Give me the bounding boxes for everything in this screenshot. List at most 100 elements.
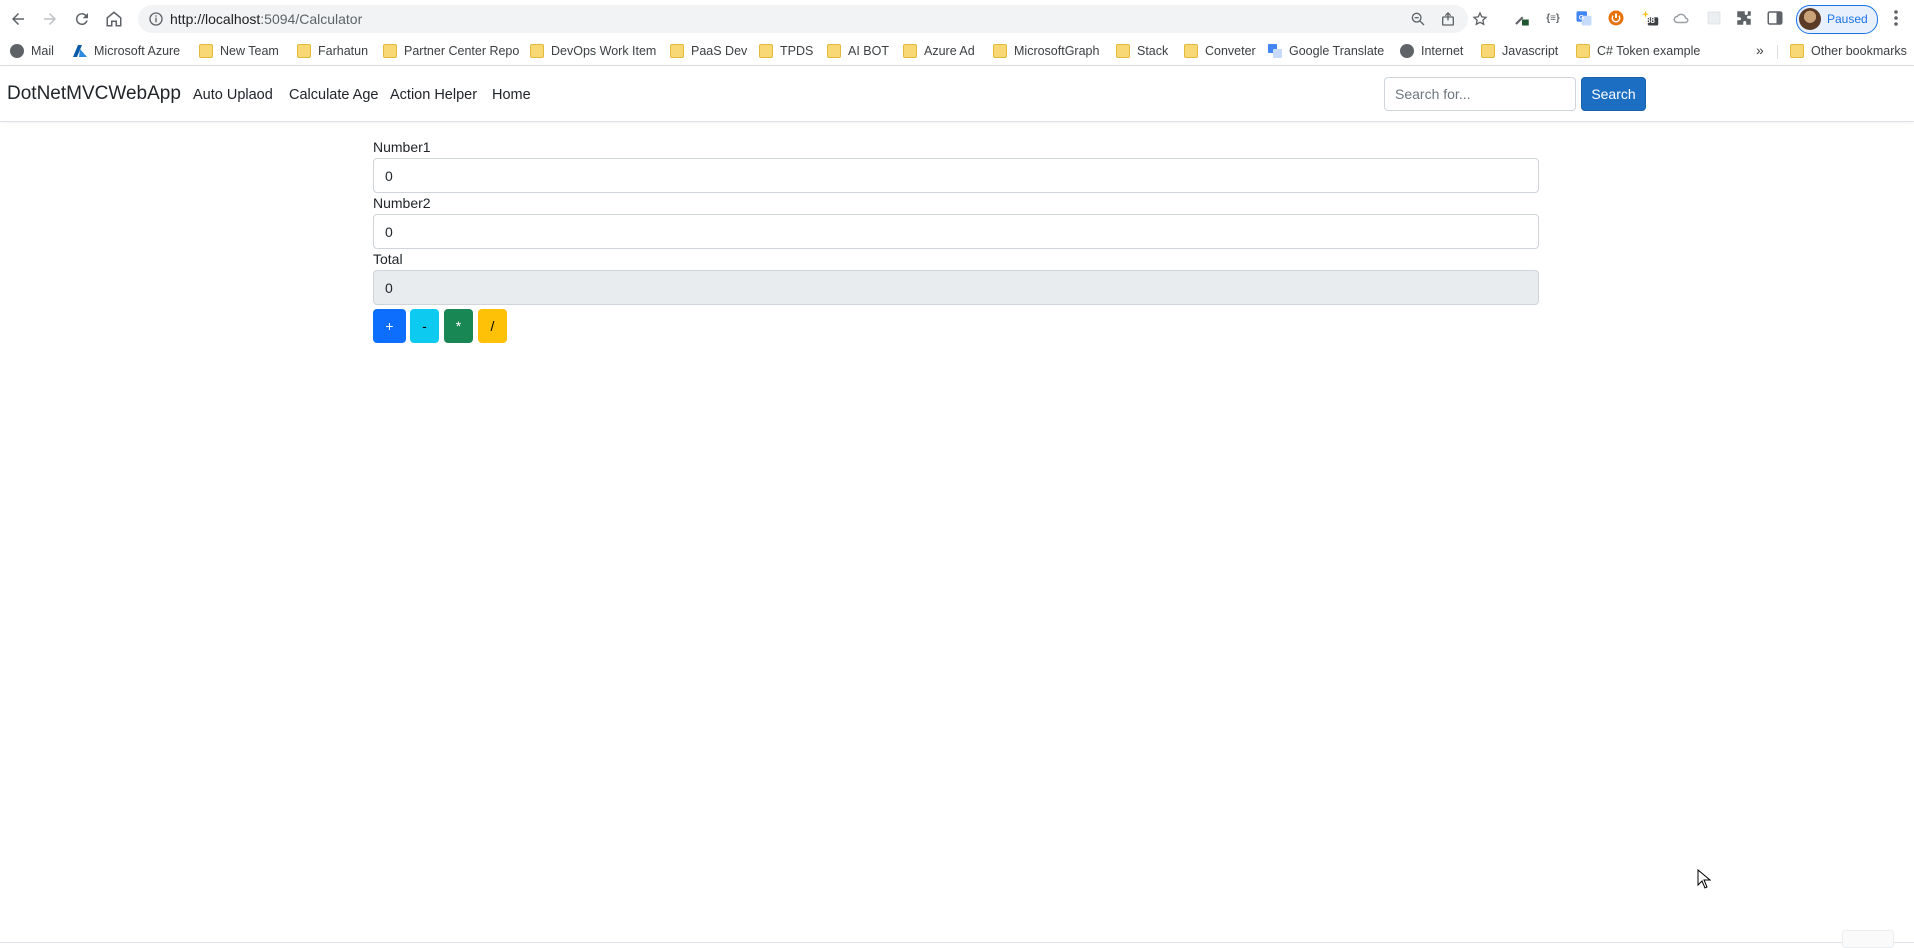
- folder-icon: [297, 44, 311, 58]
- kebab-menu-icon[interactable]: [1888, 8, 1904, 28]
- address-url: http://localhost:5094/Calculator: [170, 11, 362, 27]
- bookmark-ai-bot[interactable]: AI BOT: [827, 43, 889, 59]
- folder-icon: [993, 44, 1007, 58]
- json-extension-icon[interactable]: {≡}: [1544, 9, 1562, 27]
- eyedropper-extension-icon[interactable]: [1513, 9, 1531, 27]
- back-button[interactable]: [4, 5, 32, 33]
- bookmark-paas-dev[interactable]: PaaS Dev: [670, 43, 747, 59]
- bookmark-label: Internet: [1421, 44, 1464, 58]
- number2-label: Number2: [373, 195, 431, 211]
- address-bar[interactable]: http://localhost:5094/Calculator: [138, 5, 1488, 33]
- home-icon: [106, 11, 122, 27]
- bookmark-label: Microsoft Azure: [94, 44, 181, 58]
- bookmark-stack[interactable]: Stack: [1116, 43, 1168, 59]
- folder-icon: [670, 44, 684, 58]
- azure-icon: [73, 44, 87, 58]
- folder-icon: [1184, 44, 1198, 58]
- bookmark-azure-ad[interactable]: Azure Ad: [903, 43, 975, 59]
- folder-icon: [383, 44, 397, 58]
- side-panel-icon[interactable]: [1766, 9, 1784, 27]
- folder-icon: [1481, 44, 1495, 58]
- star-icon[interactable]: [1472, 11, 1488, 27]
- bookmarks-overflow-button[interactable]: »: [1756, 42, 1764, 58]
- bookmark-conveter[interactable]: Conveter: [1184, 43, 1256, 59]
- bookmark-label: MicrosoftGraph: [1014, 44, 1100, 58]
- search-button[interactable]: Search: [1581, 77, 1646, 111]
- bookmark-tpds[interactable]: TPDS: [759, 43, 813, 59]
- app-navbar: DotNetMVCWebApp Auto Uplaod Calculate Ag…: [0, 66, 1914, 122]
- translate-icon: [1268, 44, 1282, 58]
- bookmark-devops-work-item[interactable]: DevOps Work Item: [530, 43, 656, 59]
- reload-button[interactable]: [68, 5, 96, 33]
- bookmark-label: TPDS: [780, 44, 814, 58]
- folder-icon: [1576, 44, 1590, 58]
- number2-field[interactable]: [373, 214, 1539, 249]
- bookmark-label: Farhatun: [318, 44, 369, 58]
- power-extension-icon[interactable]: [1607, 9, 1625, 27]
- profile-button[interactable]: Paused: [1796, 5, 1878, 34]
- bookmarks-bar: Mail Microsoft Azure New Team Farhatun P…: [0, 37, 1914, 66]
- home-button[interactable]: [100, 5, 128, 33]
- translate-extension-icon[interactable]: G: [1575, 9, 1593, 27]
- folder-icon: [1790, 44, 1804, 58]
- other-bookmarks-label: Other bookmarks: [1811, 44, 1907, 58]
- bookmark-label: Javascript: [1502, 44, 1559, 58]
- url-path: :5094/Calculator: [260, 11, 363, 27]
- bookmark-internet[interactable]: Internet: [1400, 43, 1463, 59]
- multiply-button[interactable]: *: [444, 309, 473, 343]
- nav-link-calculate-age[interactable]: Calculate Age: [289, 87, 378, 103]
- blank-extension-icon[interactable]: [1705, 9, 1723, 27]
- folder-icon: [530, 44, 544, 58]
- bookmark-label: Stack: [1137, 44, 1169, 58]
- arrow-right-icon: [44, 13, 56, 25]
- bookmarks-divider: [1777, 45, 1778, 59]
- divide-button[interactable]: /: [478, 309, 507, 343]
- brand-link[interactable]: DotNetMVCWebApp: [7, 83, 181, 105]
- forward-button[interactable]: [36, 5, 64, 33]
- share-icon[interactable]: [1440, 11, 1456, 27]
- faded-overlay-button: [1842, 930, 1894, 948]
- bookmark-label: Partner Center Repo: [404, 44, 520, 58]
- bookmark-mail[interactable]: Mail: [10, 43, 54, 59]
- extension-badge: 88: [1646, 16, 1655, 25]
- bookmark-javascript[interactable]: Javascript: [1481, 43, 1558, 59]
- mouse-pointer-icon: [1697, 869, 1711, 889]
- globe-icon: [10, 44, 24, 58]
- reload-icon: [75, 13, 88, 26]
- bookmark-label: New Team: [220, 44, 279, 58]
- number1-label: Number1: [373, 139, 431, 155]
- bookmark-microsoftgraph[interactable]: MicrosoftGraph: [993, 43, 1099, 59]
- bookmark-csharp-token-example[interactable]: C# Token example: [1576, 43, 1700, 59]
- bookmark-microsoft-azure[interactable]: Microsoft Azure: [73, 43, 180, 59]
- other-bookmarks[interactable]: Other bookmarks: [1790, 43, 1907, 59]
- bookmark-farhatun[interactable]: Farhatun: [297, 43, 368, 59]
- nav-link-action-helper[interactable]: Action Helper: [390, 87, 477, 103]
- nav-link-auto-upload[interactable]: Auto Uplaod: [193, 87, 273, 103]
- nav-link-home[interactable]: Home: [492, 87, 531, 103]
- puzzle-icon[interactable]: [1735, 9, 1753, 27]
- zoom-icon[interactable]: [1410, 11, 1426, 27]
- total-label: Total: [373, 251, 403, 267]
- add-button[interactable]: +: [373, 309, 406, 343]
- svg-text:G: G: [1579, 15, 1584, 22]
- bookmark-label: Azure Ad: [924, 44, 975, 58]
- subtract-button[interactable]: -: [410, 309, 439, 343]
- number1-field[interactable]: [373, 158, 1539, 193]
- folder-icon: [759, 44, 773, 58]
- bookmark-partner-center-repo[interactable]: Partner Center Repo: [383, 43, 519, 59]
- search-input[interactable]: [1384, 77, 1576, 111]
- folder-icon: [903, 44, 917, 58]
- footer-divider: [0, 942, 1914, 943]
- folder-icon: [827, 44, 841, 58]
- info-icon[interactable]: [148, 11, 164, 27]
- arrow-left-icon: [12, 13, 24, 25]
- folder-icon: [199, 44, 213, 58]
- bookmark-google-translate[interactable]: Google Translate: [1268, 43, 1384, 59]
- total-field: [373, 270, 1539, 305]
- sparkle-extension-icon[interactable]: 88: [1641, 9, 1659, 27]
- cloud-extension-icon[interactable]: [1672, 9, 1690, 27]
- url-host: http://localhost: [170, 11, 261, 27]
- bookmark-new-team[interactable]: New Team: [199, 43, 279, 59]
- browser-toolbar: http://localhost:5094/Calculator {≡} G 8…: [0, 0, 1914, 37]
- bookmark-label: AI BOT: [848, 44, 889, 58]
